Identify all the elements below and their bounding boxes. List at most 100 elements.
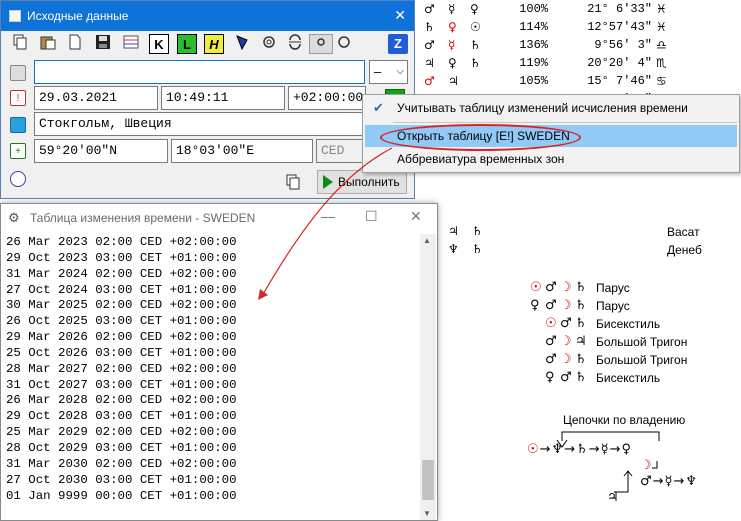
- scroll-down-icon[interactable]: ▼: [423, 509, 431, 518]
- sign-glyph: ♎: [656, 38, 667, 52]
- menu-item-use-time-table[interactable]: ✔ Учитывать таблицу изменений исчисления…: [365, 97, 737, 119]
- date-value: 29.03.2021: [39, 90, 118, 105]
- planet-glyph: ☉: [470, 20, 481, 34]
- planet-glyph: ♂: [424, 74, 435, 88]
- latitude-value: 59°20'00"N: [39, 143, 118, 158]
- latitude-field[interactable]: 59°20'00"N: [34, 139, 168, 163]
- aspect-glyph: ♄: [575, 298, 587, 313]
- chevron-down-icon: ⌵: [396, 66, 404, 77]
- star-name: Васат: [667, 225, 700, 239]
- time-value: 10:49:11: [166, 90, 229, 105]
- calendar-icon[interactable]: !: [10, 90, 26, 106]
- aspect-glyph: ♃: [575, 334, 587, 349]
- tz-row: 28 Mar 2027 02:00 CED +02:00:00: [6, 361, 237, 376]
- h-button[interactable]: H: [204, 34, 224, 54]
- planet-glyph: ♆: [448, 242, 459, 256]
- chains-title: Цепочки по владению: [563, 413, 686, 427]
- paste-icon[interactable]: [38, 34, 58, 54]
- l-button[interactable]: L: [177, 34, 197, 54]
- save-icon[interactable]: [93, 34, 113, 54]
- planet-glyph: ♂: [424, 2, 435, 16]
- tz-row: 31 Mar 2030 02:00 CED +02:00:00: [6, 456, 237, 471]
- tz-row: 30 Mar 2025 02:00 CED +02:00:00: [6, 298, 237, 313]
- new-file-icon[interactable]: [65, 34, 85, 54]
- aspect-glyph: ☽: [560, 280, 572, 295]
- degree-value: 15° 7'46": [587, 74, 652, 88]
- tz-row: 26 Mar 2023 02:00 CED +02:00:00: [6, 235, 237, 249]
- tz-abbr-value: CED: [321, 143, 345, 158]
- aspect-glyph: ☽: [560, 298, 572, 313]
- degree-value: 21° 6'33": [587, 2, 652, 16]
- chains-moon: ☽: [640, 458, 652, 473]
- aspect-glyph: ♂: [560, 370, 572, 385]
- place-field[interactable]: Стокгольм, Швеция: [34, 112, 365, 136]
- copy-result-icon[interactable]: [285, 174, 301, 193]
- swap-icon[interactable]: [285, 34, 305, 54]
- aspect-glyph: ♀: [530, 298, 540, 313]
- tz-row: 27 Oct 2030 03:00 CET +01:00:00: [6, 472, 237, 487]
- minimize-icon[interactable]: —: [321, 208, 335, 224]
- tz-offset-value: +02:00:00: [293, 90, 364, 105]
- aspect-glyph: ♂: [545, 352, 557, 367]
- spiral-icon[interactable]: [259, 34, 279, 54]
- table-icon[interactable]: [121, 34, 141, 54]
- planet-glyph: ♄: [470, 38, 481, 52]
- tz-abbr-field[interactable]: CED: [316, 139, 366, 163]
- tz-offset-field[interactable]: +02:00:00: [288, 86, 366, 110]
- tz-row: 29 Mar 2026 02:00 CED +02:00:00: [6, 330, 237, 345]
- chains-line3: ♂→☿→♆: [640, 474, 699, 489]
- percent-value: 119%: [519, 56, 548, 70]
- aspect-glyph: ♂: [545, 298, 557, 313]
- percent-value: 100%: [519, 2, 548, 16]
- planet-glyph: ♀: [448, 56, 457, 70]
- scroll-up-icon[interactable]: ▲: [423, 236, 431, 245]
- map-icon[interactable]: [10, 117, 26, 133]
- aspect-name: Большой Тригон: [596, 353, 688, 367]
- source-data-dialog: Исходные данные ✕ K L H Z – ⌵ ! 29.03.20…: [0, 0, 415, 199]
- tz-change-list: 26 Mar 2023 02:00 CED +02:00:00 29 Oct 20…: [6, 235, 416, 504]
- scrollbar-thumb[interactable]: [422, 460, 434, 500]
- dialog-titlebar: Исходные данные ✕: [1, 1, 414, 31]
- shield-icon[interactable]: [232, 34, 252, 54]
- sign-glyph: ♋: [656, 74, 667, 88]
- percent-value: 105%: [519, 74, 548, 88]
- copy-icon[interactable]: [10, 34, 30, 54]
- tz-row: 26 Mar 2028 02:00 CED +02:00:00: [6, 393, 237, 408]
- star-name: Денеб: [667, 243, 702, 257]
- place-value: Стокгольм, Швеция: [39, 116, 172, 131]
- aspect-name: Большой Тригон: [596, 335, 688, 349]
- planet-glyph: ♄: [472, 242, 483, 256]
- planet-glyph: ☿: [448, 2, 456, 16]
- aspect-glyph: ☉: [545, 316, 557, 331]
- run-button[interactable]: Выполнить: [317, 170, 407, 194]
- close-icon[interactable]: ✕: [394, 7, 406, 24]
- planet-glyph: ☿: [448, 38, 456, 52]
- degree-value: 12°57'43": [587, 20, 652, 34]
- menu-item-label: Учитывать таблицу изменений исчисления в…: [397, 101, 688, 115]
- longitude-value: 18°03'00"E: [176, 143, 255, 158]
- z-button[interactable]: Z: [388, 34, 408, 54]
- planet-glyph: ♂: [424, 38, 435, 52]
- search-mode-select[interactable]: – ⌵: [369, 60, 408, 84]
- aspect-glyph: ☽: [560, 352, 572, 367]
- time-field[interactable]: 10:49:11: [161, 86, 285, 110]
- vertical-scrollbar[interactable]: ▲ ▼: [420, 234, 436, 520]
- tz-row: 25 Oct 2026 03:00 CET +01:00:00: [6, 345, 237, 360]
- close-icon[interactable]: ✕: [410, 208, 422, 225]
- menu-item-tz-abbreviation[interactable]: Аббревиатура временных зон: [365, 148, 737, 170]
- circle-large-icon[interactable]: [334, 34, 354, 54]
- date-field[interactable]: 29.03.2021: [34, 86, 158, 110]
- settings-icon[interactable]: [10, 171, 26, 187]
- search-input[interactable]: [34, 60, 365, 84]
- coordinates-icon[interactable]: +: [10, 143, 26, 159]
- k-button[interactable]: K: [149, 34, 169, 54]
- chains-bottom: ♃: [607, 490, 619, 505]
- longitude-field[interactable]: 18°03'00"E: [171, 139, 313, 163]
- circle-small-icon[interactable]: [309, 34, 333, 54]
- aspect-name: Парус: [596, 299, 630, 313]
- maximize-icon[interactable]: ☐: [365, 208, 378, 225]
- tz-row: 31 Mar 2024 02:00 CED +02:00:00: [6, 266, 237, 281]
- aspect-glyph: ♄: [575, 352, 587, 367]
- search-people-icon[interactable]: [10, 65, 26, 81]
- highlight-ellipse: [380, 124, 581, 151]
